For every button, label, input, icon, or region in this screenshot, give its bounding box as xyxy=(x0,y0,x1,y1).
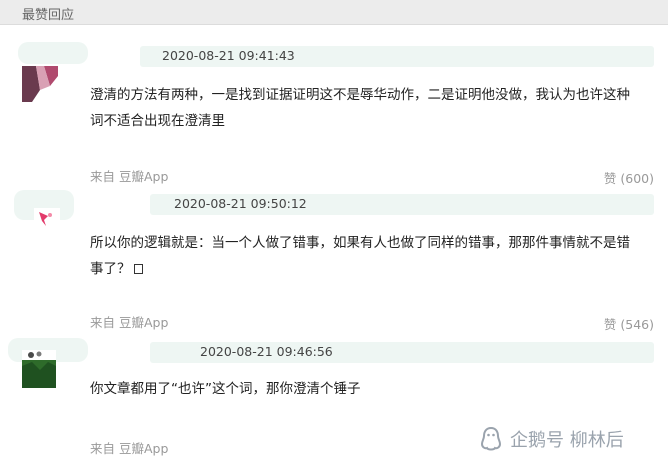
avatar[interactable] xyxy=(22,350,56,388)
avatar[interactable] xyxy=(22,66,58,102)
comment-source[interactable]: 来自 豆瓣App xyxy=(90,166,168,185)
watermark: 企鹅号 柳林后 xyxy=(478,425,624,453)
avatar[interactable] xyxy=(34,208,60,228)
comment-text: 所以你的逻辑就是：当一个人做了错事，如果有人也做了同样的错事，那那件事情就不是错… xyxy=(90,230,630,282)
comment-meta-bar: 2020-08-21 09:41:43 xyxy=(140,46,654,67)
comment-meta-bar: 2020-08-21 09:46:56 xyxy=(150,342,654,363)
section-header: 最赞回应 xyxy=(0,0,668,25)
emoji-placeholder-icon xyxy=(133,264,143,274)
comment-meta-bar: 2020-08-21 09:50:12 xyxy=(150,194,654,215)
comment-text-line: 所以你的逻辑就是：当一个人做了错事，如果有人也做了同样的错事，那那件事情就不是错 xyxy=(90,235,630,251)
section-title: 最赞回应 xyxy=(22,8,75,23)
comment-text: 你文章都用了“也许”这个词，那你澄清个锤子 xyxy=(90,376,361,402)
comment-source[interactable]: 来自 豆瓣App xyxy=(90,438,168,457)
comment-text-line: 你文章都用了“也许”这个词，那你澄清个锤子 xyxy=(90,381,361,397)
comment-timestamp: 2020-08-21 09:46:56 xyxy=(200,344,333,359)
like-button[interactable]: 赞 (546) xyxy=(604,314,654,333)
comment-item: 2020-08-21 09:41:43 澄清的方法有两种，一是找到证据证明这不是… xyxy=(0,40,668,190)
comment-timestamp: 2020-08-21 09:50:12 xyxy=(174,196,307,211)
comment-text-line: 澄清的方法有两种，一是找到证据证明这不是辱华动作，二是证明他没做，我认为也许这种 xyxy=(90,87,630,103)
comment-text-line: 事了？ xyxy=(90,261,131,277)
comment-timestamp: 2020-08-21 09:41:43 xyxy=(162,48,295,63)
penguin-logo-icon xyxy=(480,426,502,451)
comment-text: 澄清的方法有两种，一是找到证据证明这不是辱华动作，二是证明他没做，我认为也许这种… xyxy=(90,82,630,134)
watermark-text: 企鹅号 柳林后 xyxy=(510,430,624,451)
like-button[interactable]: 赞 (600) xyxy=(604,168,654,187)
comment-text-line: 词不适合出现在澄清里 xyxy=(90,113,225,129)
comment-source[interactable]: 来自 豆瓣App xyxy=(90,312,168,331)
comment-item: 2020-08-21 09:50:12 所以你的逻辑就是：当一个人做了错事，如果… xyxy=(0,190,668,340)
